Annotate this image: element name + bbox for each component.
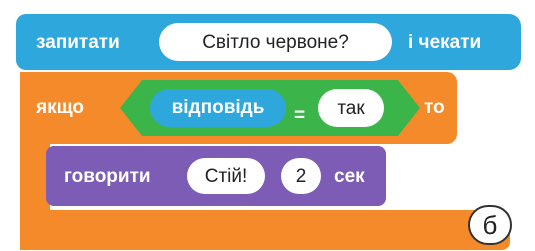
equals-sign: =	[294, 105, 306, 126]
then-label: то	[424, 97, 445, 118]
if-label: якщо	[36, 97, 84, 118]
message-input[interactable]: Стій!	[187, 158, 265, 194]
seconds-input[interactable]: 2	[281, 158, 321, 194]
compare-value-input[interactable]: так	[318, 89, 384, 127]
ask-and-wait-block[interactable]: запитати Світло червоне? і чекати	[16, 14, 521, 70]
and-wait-label: і чекати	[408, 32, 482, 53]
if-then-block[interactable]: якщо відповідь = так то	[20, 72, 457, 144]
figure-letter-badge: б	[468, 205, 512, 245]
seconds-label: сек	[334, 166, 365, 187]
if-block-bottom	[20, 210, 510, 250]
say-for-secs-block[interactable]: говорити Стій! 2 сек	[46, 146, 386, 206]
answer-reporter[interactable]: відповідь	[150, 89, 286, 127]
equals-operator-block[interactable]: відповідь = так	[120, 80, 420, 136]
say-label: говорити	[64, 166, 151, 187]
ask-label: запитати	[36, 32, 120, 53]
question-input[interactable]: Світло червоне?	[159, 23, 392, 61]
